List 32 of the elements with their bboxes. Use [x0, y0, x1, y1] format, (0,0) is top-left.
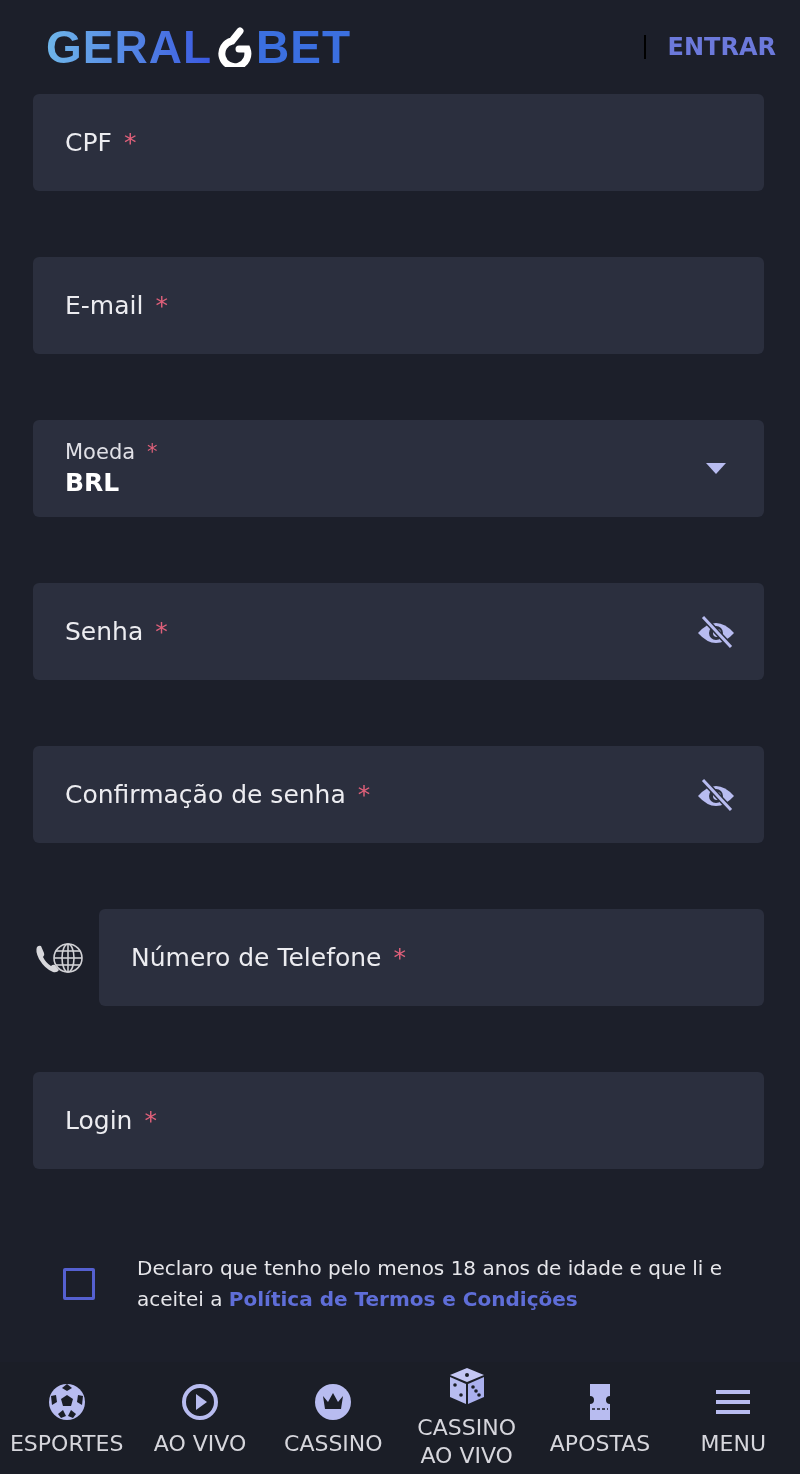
field-value: BRL [65, 468, 121, 497]
field-label: Número de Telefone * [131, 943, 406, 972]
field-label: E-mail * [65, 291, 168, 320]
nav-item[interactable]: CASSINO [266, 1362, 400, 1474]
soccer-ball-icon[interactable] [46, 1382, 87, 1422]
caret-icon[interactable] [706, 462, 726, 475]
input-field[interactable]: Login * [33, 1072, 764, 1169]
input-field[interactable]: Confirmação de senha * [33, 746, 764, 843]
eye-off-icon[interactable] [696, 777, 736, 812]
checkbox[interactable] [63, 1268, 95, 1300]
phone-globe-icon[interactable] [33, 940, 85, 975]
input-field[interactable]: Senha * [33, 583, 764, 680]
terms-link[interactable]: Política de Termos e Condições [228, 1287, 578, 1311]
field-label: Confirmação de senha * [65, 780, 371, 809]
play-icon[interactable] [180, 1382, 220, 1422]
nav-item[interactable]: AO VIVO [133, 1362, 267, 1474]
login-link[interactable]: ENTRAR [667, 33, 776, 61]
input-field[interactable]: E-mail * [33, 257, 764, 354]
nav-item[interactable]: MENU [666, 1362, 800, 1474]
field-label: Login * [65, 1106, 157, 1135]
eye-off-icon[interactable] [696, 614, 736, 649]
nav-item[interactable]: ESPORTES [0, 1362, 134, 1474]
input-field[interactable]: CPF * [33, 94, 764, 191]
field-label: Moeda * [65, 440, 158, 464]
field-label: CPF * [65, 128, 137, 157]
terms-text: Declaro que tenho pelo menos 18 anos de idade e que li e aceitei a Política de Termos e Condições [137, 1255, 724, 1313]
field-label: Senha * [65, 617, 168, 646]
input-field[interactable]: Moeda * BRL [33, 420, 764, 517]
nav-item[interactable]: APOSTAS [533, 1362, 667, 1474]
crown-icon[interactable] [313, 1382, 354, 1422]
nav-item[interactable]: CASSINO AO VIVO [400, 1362, 534, 1474]
input-field[interactable]: Número de Telefone * [99, 909, 764, 1006]
